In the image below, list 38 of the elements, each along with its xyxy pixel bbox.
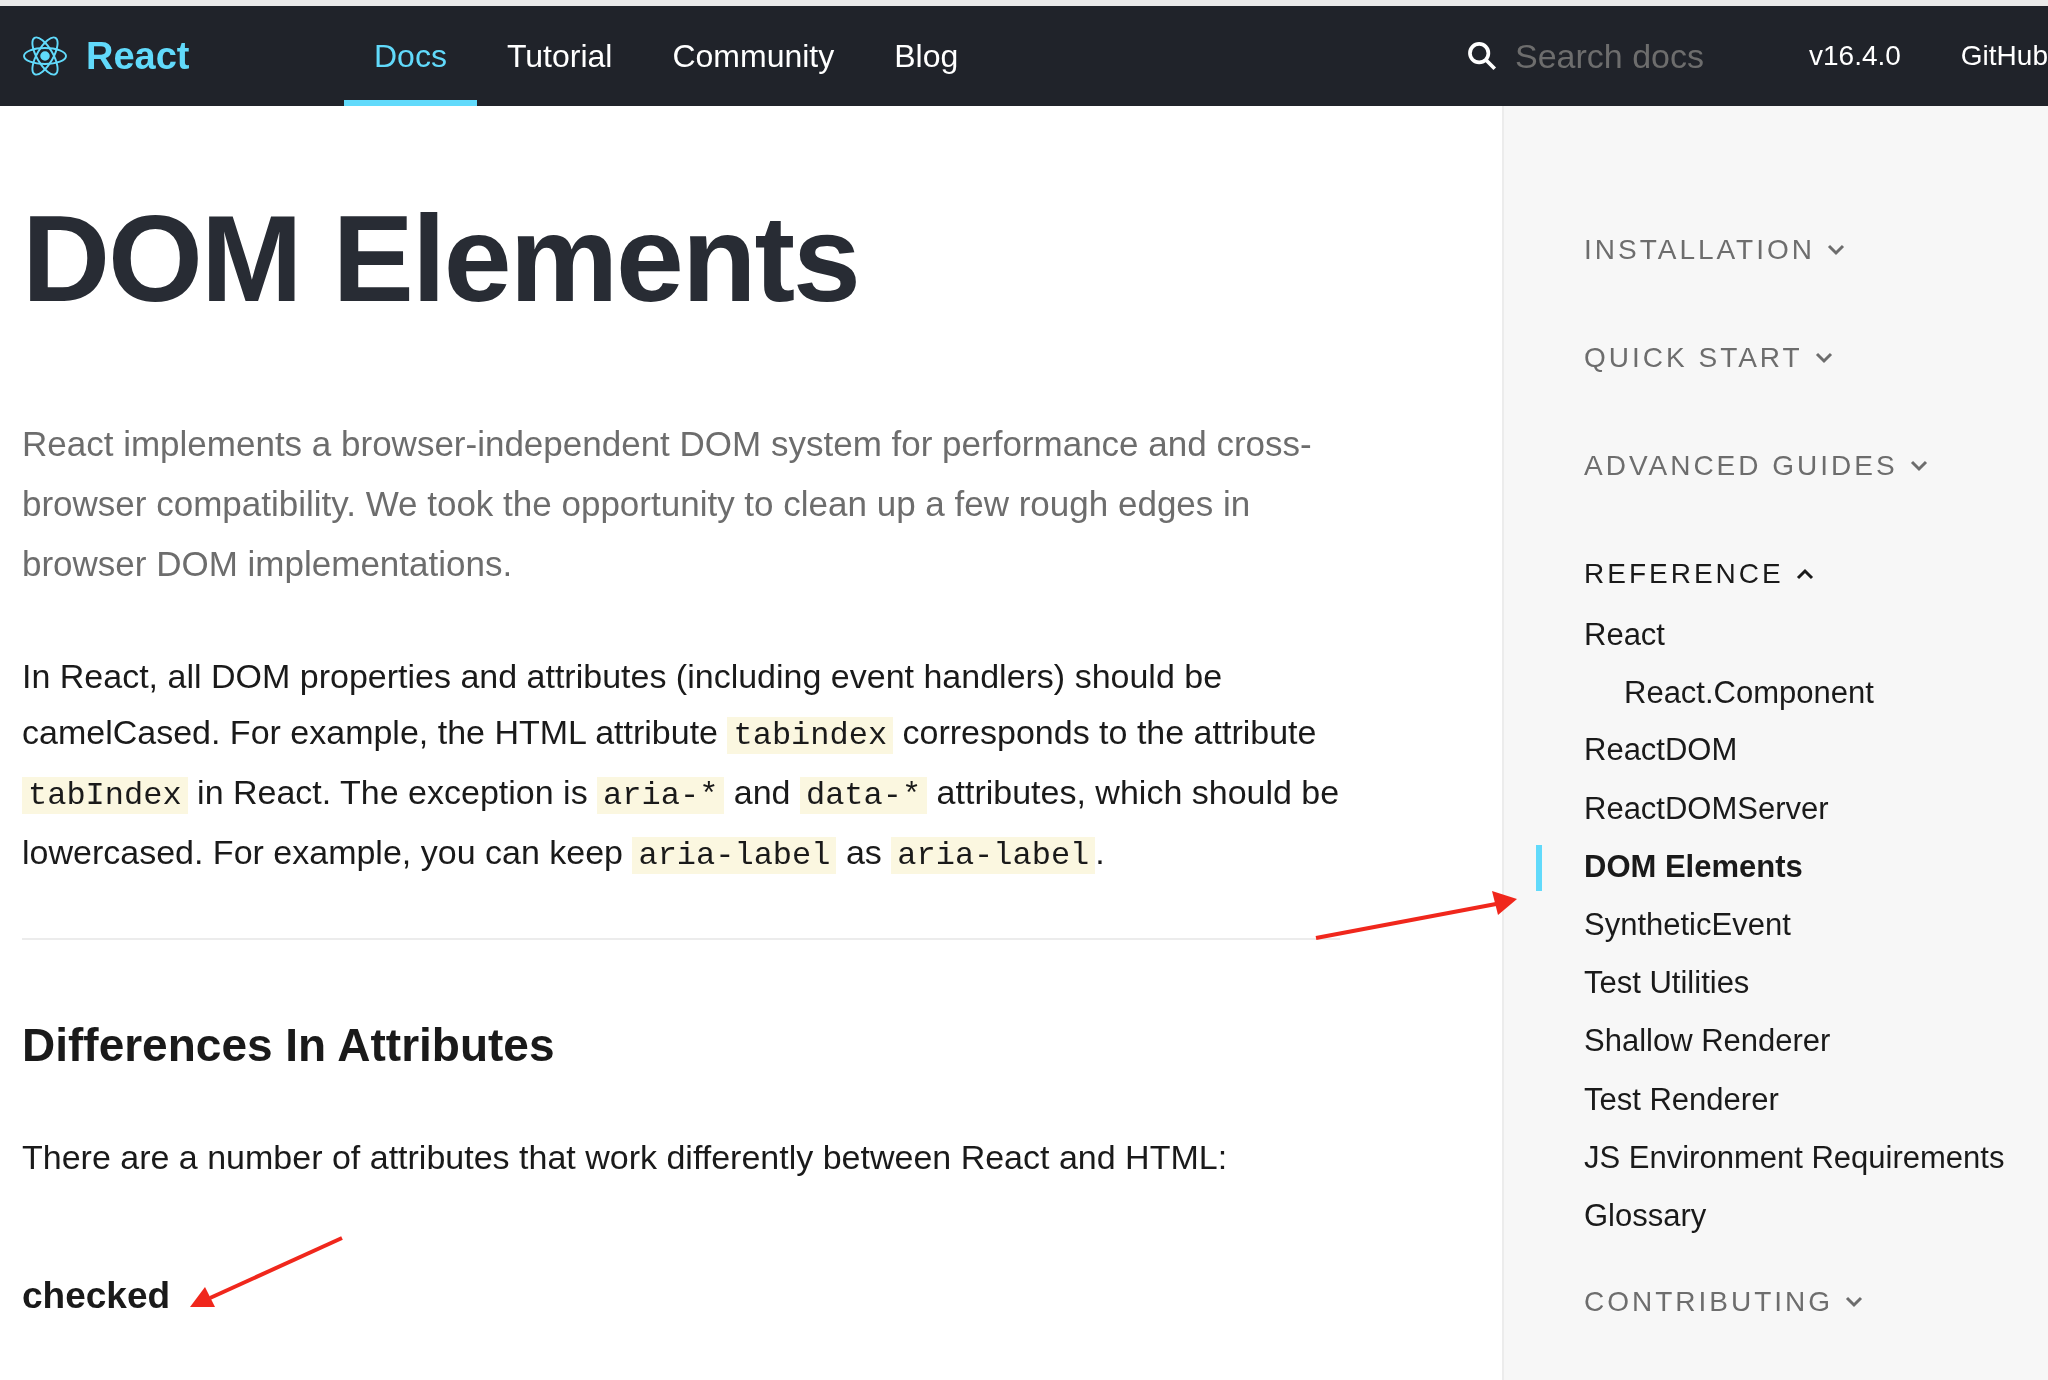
search-field[interactable]: Search docs bbox=[1513, 35, 1757, 77]
github-link[interactable]: GitHub bbox=[1960, 40, 2048, 72]
nav-link[interactable]: Tutorial bbox=[476, 6, 643, 106]
sidebar-link[interactable]: DOM Elements bbox=[1584, 847, 2048, 885]
sidebar-link[interactable]: Shallow Renderer bbox=[1584, 1022, 2048, 1060]
sidebar-link[interactable]: Glossary bbox=[1584, 1196, 2048, 1235]
sidebar-section-toggle[interactable]: ADVANCED GUIDES bbox=[1584, 450, 1928, 482]
body-paragraph: In React, all DOM properties and attributes (including event handlers) should be camelCased. For example, the HTML attribute tabindex corresponds to the attribute tabIndex in React. The exception is aria-* and data-* attributes, which should be lowercased. For example, you can keep aria-label as aria-label . bbox=[22, 656, 1341, 877]
atom-logo-icon bbox=[22, 35, 68, 77]
chevron-down-icon bbox=[1827, 244, 1845, 256]
sidebar-link[interactable]: Test Utilities bbox=[1584, 964, 2048, 1002]
sidebar-link[interactable]: React bbox=[1584, 616, 2048, 654]
section-text: There are a number of attributes that work differently between React and HTML: bbox=[22, 1138, 1229, 1178]
sidebar-section-toggle[interactable]: INSTALLATION bbox=[1584, 234, 1845, 266]
sidebar-link[interactable]: React.Component bbox=[1624, 674, 2048, 712]
section-heading: Differences In Attributes bbox=[22, 1018, 556, 1073]
sidebar-link[interactable]: Test Renderer bbox=[1584, 1080, 2048, 1118]
react-logo[interactable]: React bbox=[22, 34, 322, 78]
nav-link[interactable]: Community bbox=[642, 6, 865, 106]
chevron-down-icon bbox=[1814, 352, 1833, 364]
chevron-down-icon bbox=[1909, 460, 1928, 472]
page-title: DOM Elements bbox=[22, 192, 860, 327]
sidebar-link[interactable]: JS Environment Requirements bbox=[1584, 1138, 2048, 1176]
attribute-heading: checked bbox=[22, 1275, 172, 1318]
active-marker bbox=[1536, 844, 1542, 891]
chevron-down-icon bbox=[1845, 1296, 1864, 1309]
sidebar-link[interactable]: SyntheticEvent bbox=[1584, 905, 2048, 944]
sidebar-link[interactable]: ReactDOM bbox=[1584, 731, 2048, 769]
version-link[interactable]: v16.4.0 bbox=[1809, 40, 1901, 72]
nav-link[interactable]: Blog bbox=[864, 6, 989, 106]
sidebar-link[interactable]: ReactDOMServer bbox=[1584, 789, 2048, 827]
intro-paragraph: React implements a browser-independent DOM system for performance and cross-browser compatibility. We took the opportunity to clean up a few rough edges in browser DOM implementations. bbox=[22, 423, 1313, 586]
nav-link[interactable]: Docs bbox=[344, 6, 477, 106]
sidebar-section-toggle[interactable]: QUICK START bbox=[1584, 342, 1833, 374]
sidebar-section-toggle[interactable]: CONTRIBUTING bbox=[1584, 1286, 1864, 1319]
sidebar-section-toggle[interactable]: REFERENCE bbox=[1584, 558, 1814, 590]
search-icon bbox=[1465, 39, 1499, 73]
chevron-up-icon bbox=[1795, 568, 1814, 580]
